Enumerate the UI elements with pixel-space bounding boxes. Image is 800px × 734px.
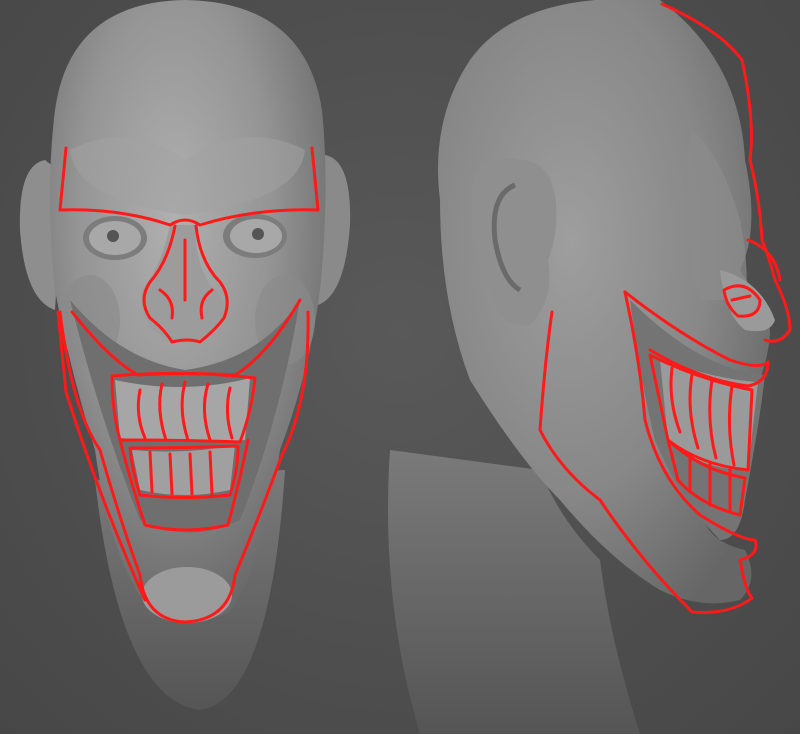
front-view xyxy=(19,0,351,710)
side-view xyxy=(388,0,792,734)
sculpt-canvas xyxy=(19,0,792,734)
front-lower-teeth xyxy=(132,445,235,495)
sculpt-viewport[interactable] xyxy=(0,0,800,734)
